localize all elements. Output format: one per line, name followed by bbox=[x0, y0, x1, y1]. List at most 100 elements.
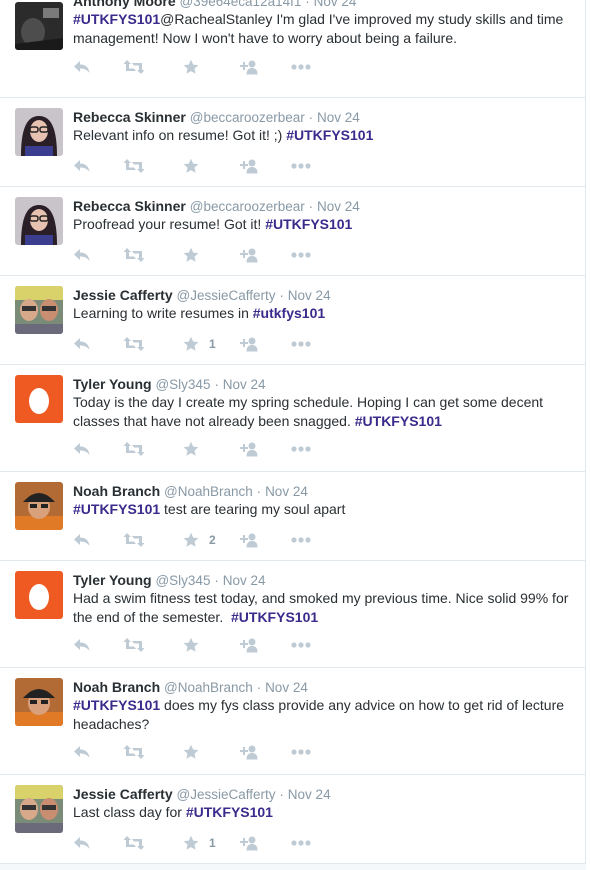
hashtag-link[interactable]: #UTKFYS101 bbox=[355, 413, 442, 429]
favorite-button[interactable] bbox=[183, 742, 199, 762]
avatar[interactable] bbox=[15, 197, 63, 245]
reply-button[interactable] bbox=[73, 635, 91, 655]
reply-button[interactable] bbox=[73, 439, 91, 459]
favorite-button[interactable]: 2 bbox=[183, 530, 216, 550]
follow-button[interactable] bbox=[238, 635, 258, 655]
retweet-button[interactable] bbox=[123, 156, 145, 176]
author-handle[interactable]: @NoahBranch bbox=[164, 680, 253, 695]
favorite-button[interactable] bbox=[183, 156, 199, 176]
avatar[interactable] bbox=[15, 2, 63, 50]
retweet-button[interactable] bbox=[123, 334, 145, 354]
follow-button[interactable] bbox=[238, 156, 258, 176]
author-name[interactable]: Noah Branch bbox=[73, 483, 160, 499]
avatar[interactable] bbox=[15, 375, 63, 423]
hashtag-link[interactable]: #UTKFYS101 bbox=[231, 609, 318, 625]
timestamp[interactable]: Nov 24 bbox=[317, 199, 360, 214]
favorite-button[interactable]: 1 bbox=[183, 334, 216, 354]
author-handle[interactable]: @JessieCafferty bbox=[177, 288, 276, 303]
more-button[interactable] bbox=[291, 635, 311, 655]
avatar[interactable] bbox=[15, 571, 63, 619]
follow-button[interactable] bbox=[238, 742, 258, 762]
author-name[interactable]: Rebecca Skinner bbox=[73, 198, 186, 214]
avatar[interactable] bbox=[15, 482, 63, 530]
more-button[interactable] bbox=[291, 742, 311, 762]
tweet[interactable]: Rebecca Skinner @beccaroozerbear · Nov 2… bbox=[0, 187, 586, 276]
author-handle[interactable]: @beccaroozerbear bbox=[190, 199, 305, 214]
tweet[interactable]: Rebecca Skinner @beccaroozerbear · Nov 2… bbox=[0, 98, 586, 187]
hashtag-link[interactable]: #UTKFYS101 bbox=[186, 804, 273, 820]
tweet[interactable]: Tyler Young @Sly345 · Nov 24 Today is the… bbox=[0, 365, 586, 472]
follow-icon bbox=[238, 835, 258, 851]
favorite-button[interactable] bbox=[183, 57, 199, 77]
timestamp[interactable]: Nov 24 bbox=[314, 0, 357, 9]
retweet-button[interactable] bbox=[123, 742, 145, 762]
timestamp[interactable]: Nov 24 bbox=[288, 787, 331, 802]
timestamp[interactable]: Nov 24 bbox=[288, 288, 331, 303]
reply-button[interactable] bbox=[73, 530, 91, 550]
more-button[interactable] bbox=[291, 245, 311, 265]
hashtag-link[interactable]: #utkfys101 bbox=[253, 305, 325, 321]
tweet[interactable]: Noah Branch @NoahBranch · Nov 24 #UTKFYS1… bbox=[0, 472, 586, 561]
tweet[interactable]: Noah Branch @NoahBranch · Nov 24 #UTKFYS1… bbox=[0, 668, 586, 775]
author-handle[interactable]: @NoahBranch bbox=[164, 484, 253, 499]
reply-button[interactable] bbox=[73, 156, 91, 176]
more-button[interactable] bbox=[291, 439, 311, 459]
favorite-button[interactable] bbox=[183, 245, 199, 265]
retweet-button[interactable] bbox=[123, 635, 145, 655]
tweet[interactable]: Jessie Cafferty @JessieCafferty · Nov 24… bbox=[0, 775, 586, 864]
retweet-button[interactable] bbox=[123, 833, 145, 853]
author-name[interactable]: Tyler Young bbox=[73, 376, 152, 392]
favorite-button[interactable] bbox=[183, 635, 199, 655]
timestamp[interactable]: Nov 24 bbox=[265, 680, 308, 695]
reply-button[interactable] bbox=[73, 833, 91, 853]
favorite-button[interactable] bbox=[183, 439, 199, 459]
author-name[interactable]: Jessie Cafferty bbox=[73, 287, 173, 303]
avatar[interactable] bbox=[15, 785, 63, 833]
follow-button[interactable] bbox=[238, 530, 258, 550]
hashtag-link[interactable]: #UTKFYS101 bbox=[286, 127, 373, 143]
author-name[interactable]: Tyler Young bbox=[73, 572, 152, 588]
reply-button[interactable] bbox=[73, 57, 91, 77]
retweet-button[interactable] bbox=[123, 245, 145, 265]
avatar[interactable] bbox=[15, 678, 63, 726]
tweet[interactable]: Tyler Young @Sly345 · Nov 24 Had a swim f… bbox=[0, 561, 586, 668]
author-handle[interactable]: @Sly345 bbox=[155, 377, 210, 392]
timestamp[interactable]: Nov 24 bbox=[223, 573, 266, 588]
more-button[interactable] bbox=[291, 57, 311, 77]
more-button[interactable] bbox=[291, 156, 311, 176]
hashtag-link[interactable]: #UTKFYS101 bbox=[73, 501, 160, 517]
retweet-button[interactable] bbox=[123, 530, 145, 550]
favorite-button[interactable]: 1 bbox=[183, 833, 216, 853]
reply-button[interactable] bbox=[73, 245, 91, 265]
more-button[interactable] bbox=[291, 530, 311, 550]
timestamp[interactable]: Nov 24 bbox=[317, 110, 360, 125]
reply-button[interactable] bbox=[73, 742, 91, 762]
hashtag-link[interactable]: #UTKFYS101 bbox=[73, 697, 160, 713]
author-name[interactable]: Jessie Cafferty bbox=[73, 786, 173, 802]
author-handle[interactable]: @Sly345 bbox=[155, 573, 210, 588]
hashtag-link[interactable]: #UTKFYS101 bbox=[73, 11, 160, 27]
follow-button[interactable] bbox=[238, 334, 258, 354]
author-name[interactable]: Rebecca Skinner bbox=[73, 109, 186, 125]
follow-button[interactable] bbox=[238, 245, 258, 265]
tweet[interactable]: Jessie Cafferty @JessieCafferty · Nov 24… bbox=[0, 276, 586, 365]
timestamp[interactable]: Nov 24 bbox=[265, 484, 308, 499]
author-handle[interactable]: @39e64eca12a14f1 bbox=[180, 0, 302, 9]
reply-button[interactable] bbox=[73, 334, 91, 354]
author-name[interactable]: Anthony Moore bbox=[73, 0, 176, 9]
author-name[interactable]: Noah Branch bbox=[73, 679, 160, 695]
author-handle[interactable]: @JessieCafferty bbox=[177, 787, 276, 802]
retweet-button[interactable] bbox=[123, 57, 145, 77]
follow-button[interactable] bbox=[238, 57, 258, 77]
tweet[interactable]: Anthony Moore @39e64eca12a14f1 · Nov 24 #… bbox=[0, 0, 586, 98]
author-handle[interactable]: @beccaroozerbear bbox=[190, 110, 305, 125]
follow-button[interactable] bbox=[238, 833, 258, 853]
timestamp[interactable]: Nov 24 bbox=[223, 377, 266, 392]
avatar[interactable] bbox=[15, 286, 63, 334]
avatar[interactable] bbox=[15, 108, 63, 156]
hashtag-link[interactable]: #UTKFYS101 bbox=[265, 216, 352, 232]
follow-button[interactable] bbox=[238, 439, 258, 459]
more-button[interactable] bbox=[291, 334, 311, 354]
more-button[interactable] bbox=[291, 833, 311, 853]
retweet-button[interactable] bbox=[123, 439, 145, 459]
